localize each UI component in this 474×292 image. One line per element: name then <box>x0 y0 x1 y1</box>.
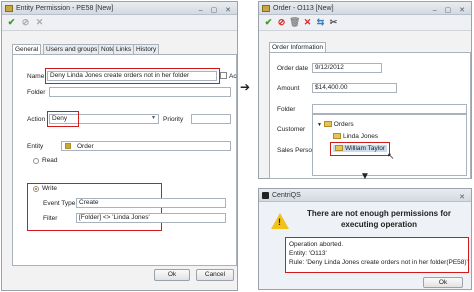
warning-mark: ! <box>278 217 281 227</box>
tab-history[interactable]: History <box>133 44 160 54</box>
message-line-2: Entity: 'O113' <box>289 250 327 257</box>
priority-label: Priority <box>163 116 184 123</box>
name-highlight <box>45 68 220 84</box>
folder-icon <box>333 133 341 140</box>
action-dropdown-icon[interactable]: ▾ <box>152 114 155 121</box>
event-type-field[interactable]: Create <box>76 198 226 208</box>
tab-users-and-groups[interactable]: Users and groups <box>43 44 101 54</box>
order-icon <box>262 5 270 12</box>
read-radio[interactable] <box>33 158 39 164</box>
action-label: Action <box>27 116 46 123</box>
tree-item-orders[interactable]: ▼ Orders <box>317 121 354 128</box>
close-icon[interactable]: ✕ <box>34 17 45 28</box>
dialog-heading: There are not enough permissions for exe… <box>306 209 452 229</box>
save-check-icon[interactable]: ✔ <box>263 17 274 28</box>
permission-icon <box>5 5 13 12</box>
entity-permission-window: Entity Permission - PE58 [New] – ▢ ✕ ✔ ⊘… <box>1 1 238 291</box>
folder-field[interactable] <box>312 104 467 114</box>
dialog-message-box: Operation aborted. Entity: 'O113' Rule: … <box>285 237 469 273</box>
filter-label: Filter <box>43 215 58 222</box>
write-label: Write <box>42 185 58 192</box>
save-check-icon[interactable]: ✔ <box>6 17 17 28</box>
tree-label-orders: Orders <box>333 121 354 128</box>
error-dialog: CentriQS ✕ ! There are not enough permis… <box>258 188 472 290</box>
folder-label: Folder <box>27 89 46 96</box>
delete-icon[interactable]: 🗑 <box>289 17 300 28</box>
event-type-label: Event Type <box>43 200 76 207</box>
action-highlight <box>47 111 79 127</box>
message-line-3: Rule: 'Deny Linda Jones create orders no… <box>289 259 468 266</box>
disable-icon[interactable]: ⊘ <box>276 17 287 28</box>
left-toolbar: ✔ ⊘ ✕ <box>2 15 237 31</box>
order-window-titlebar: Order - O113 [New] – ▢ ✕ <box>259 2 471 15</box>
tree-label-linda-jones: Linda Jones <box>343 133 379 140</box>
entity-value: Order <box>77 143 94 150</box>
filter-field[interactable]: [Folder] <> 'Linda Jones' <box>76 213 226 223</box>
order-window-title: Order - O113 [New] <box>273 5 334 12</box>
mouse-cursor-icon: ↖ <box>387 151 395 161</box>
folder-field[interactable] <box>49 87 231 97</box>
amount-label: Amount <box>277 85 300 92</box>
write-radio[interactable] <box>33 186 39 192</box>
arrow-down-icon: ▼ <box>360 171 370 182</box>
close-icon[interactable]: ✕ <box>302 17 313 28</box>
folder-label: Folder <box>277 106 296 113</box>
william-taylor-highlight <box>330 142 390 156</box>
app-logo-icon <box>262 192 269 199</box>
read-label: Read <box>42 157 58 164</box>
folder-tree-dropdown[interactable]: ▼ Orders Linda Jones William Taylor ↖ <box>312 114 467 176</box>
arrow-right-icon: ➔ <box>240 80 251 94</box>
cancel-button[interactable]: Cancel <box>196 269 234 281</box>
left-window-title: Entity Permission - PE58 [New] <box>16 5 114 12</box>
sales-person-label: Sales Person <box>277 147 316 154</box>
tab-links[interactable]: Links <box>113 44 135 54</box>
tree-expand-icon[interactable]: ▼ <box>317 122 322 128</box>
amount-field[interactable]: $14,400.00 <box>312 83 397 93</box>
order-window: Order - O113 [New] – ▢ ✕ ✔ ⊘ 🗑 ✕ ⇆ ✂ Ord… <box>258 1 472 179</box>
order-date-label: Order date <box>277 65 309 72</box>
disable-icon[interactable]: ⊘ <box>20 17 31 28</box>
cut-icon[interactable]: ✂ <box>328 17 339 28</box>
tree-item-linda-jones[interactable]: Linda Jones <box>333 133 378 140</box>
message-line-1: Operation aborted. <box>289 241 344 248</box>
dialog-ok-button[interactable]: Ok <box>423 277 463 288</box>
dialog-titlebar: CentriQS ✕ <box>259 189 471 202</box>
left-window-titlebar: Entity Permission - PE58 [New] – ▢ ✕ <box>2 2 237 15</box>
dialog-close-icon[interactable]: ✕ <box>459 191 468 204</box>
relations-icon[interactable]: ⇆ <box>315 17 326 28</box>
general-panel: Name Deny Linda Jones create orders not … <box>12 54 237 266</box>
active-label: Ac <box>229 73 237 80</box>
order-date-field[interactable]: 9/12/2012 <box>312 63 382 73</box>
order-toolbar: ✔ ⊘ 🗑 ✕ ⇆ ✂ <box>259 15 471 31</box>
dialog-title: CentriQS <box>272 192 301 199</box>
entity-folder-icon <box>65 143 73 150</box>
customer-label: Customer <box>277 126 306 133</box>
folder-icon <box>323 121 332 128</box>
entity-label: Entity <box>27 143 44 150</box>
ok-button[interactable]: Ok <box>154 269 190 281</box>
order-panel: Order date 9/12/2012 Amount $14,400.00 F… <box>269 52 471 179</box>
name-label: Name <box>27 73 45 80</box>
active-checkbox[interactable] <box>220 72 227 79</box>
priority-field[interactable] <box>191 114 231 124</box>
